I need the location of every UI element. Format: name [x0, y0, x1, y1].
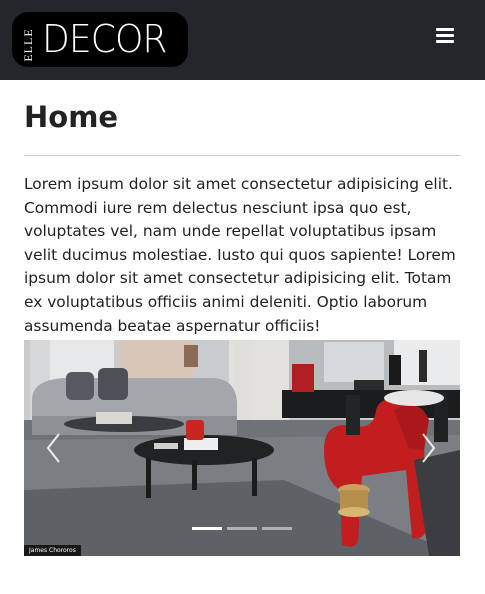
carousel-slide-image [24, 340, 460, 556]
carousel-next-button[interactable] [416, 428, 440, 468]
body-paragraph: Lorem ipsum dolor sit amet consectetur a… [24, 175, 456, 335]
carousel-indicator-1[interactable] [192, 527, 222, 530]
carousel-prev-button[interactable] [42, 428, 66, 468]
page-title: Home [24, 100, 119, 134]
logo-elle-text: ELLE [21, 28, 35, 62]
chevron-right-icon [422, 433, 436, 463]
logo-decor-text: DECOR [42, 17, 168, 61]
title-divider [24, 155, 461, 156]
photo-credit: James Chororos [24, 545, 81, 556]
carousel-indicator-3[interactable] [262, 527, 292, 530]
carousel-indicator-2[interactable] [227, 527, 257, 530]
image-carousel[interactable]: James Chororos [24, 340, 460, 556]
navbar: ELLE DECOR [0, 0, 485, 80]
hamburger-menu-icon[interactable] [435, 26, 455, 46]
elle-decor-logo[interactable]: ELLE DECOR [12, 12, 188, 67]
chevron-left-icon [46, 433, 60, 463]
